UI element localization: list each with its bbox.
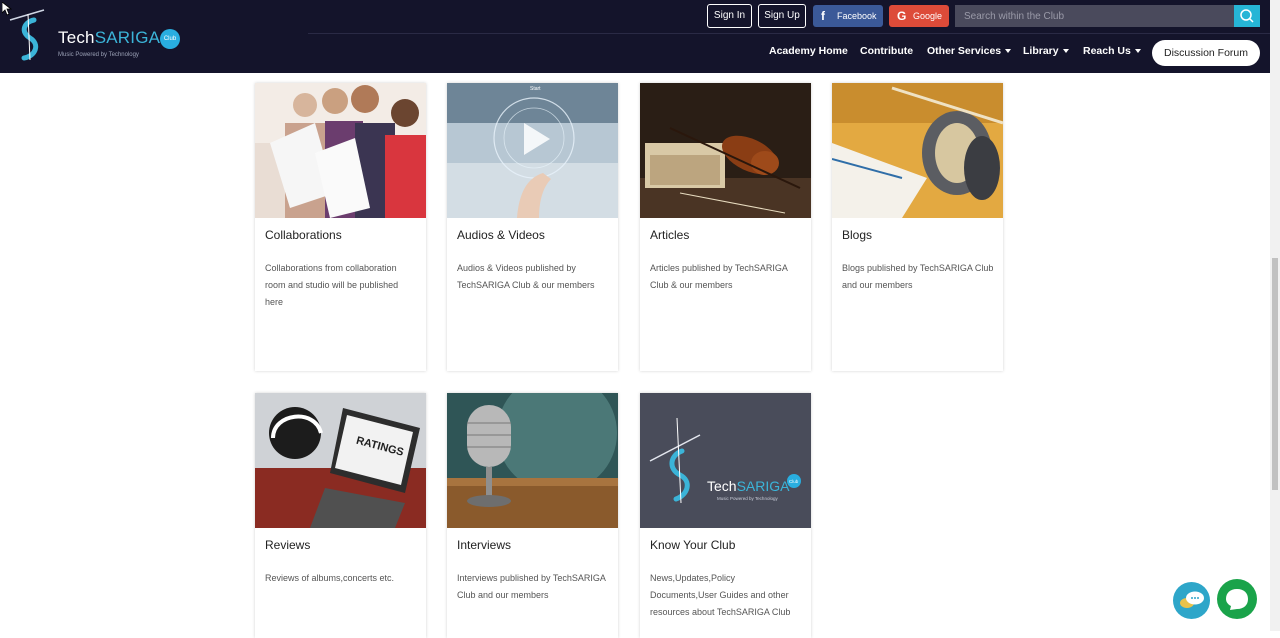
chat-bubbles-icon <box>1180 591 1204 608</box>
google-login-button[interactable]: G Google <box>889 5 949 27</box>
card-description: Reviews of albums,concerts etc. <box>265 573 395 583</box>
card-title: Blogs <box>842 228 873 242</box>
svg-text:TechSARIGA: TechSARIGA <box>707 478 790 494</box>
card-description: Articles published by TechSARIGA Club & … <box>650 263 788 290</box>
logo-club-badge: Club <box>160 29 180 49</box>
search-input[interactable] <box>955 5 1234 27</box>
card-know-your-club[interactable]: TechSARIGA Club Music Powered by Technol… <box>640 393 811 638</box>
card-description: Blogs published by TechSARIGA Club and o… <box>842 263 994 290</box>
nav-reach-us-label: Reach Us <box>1083 45 1131 57</box>
card-collaborations[interactable]: Collaborations Collaborations from colla… <box>255 83 426 371</box>
card-description: Audios & Videos published by TechSARIGA … <box>457 263 595 290</box>
chat-icon <box>1226 589 1248 610</box>
google-icon: G <box>897 9 907 23</box>
club-logo-tagline: Music Powered by Technology <box>717 496 778 501</box>
nav-other-services-label: Other Services <box>927 45 1002 57</box>
header-divider <box>308 33 1270 34</box>
know-your-club-image: TechSARIGA Club Music Powered by Technol… <box>640 393 811 528</box>
card-title: Audios & Videos <box>457 228 545 242</box>
scrollbar-thumb[interactable] <box>1272 258 1278 490</box>
club-logo-sariga: SARIGA <box>737 478 791 494</box>
caret-down-icon <box>1134 49 1141 54</box>
start-label: Start <box>530 86 541 92</box>
audios-videos-image: Start <box>447 83 618 218</box>
club-logo-club: Club <box>789 479 799 484</box>
chat-widget-button[interactable] <box>1173 582 1210 619</box>
mouse-cursor-icon <box>2 2 12 16</box>
nav-academy-home[interactable]: Academy Home <box>769 45 848 57</box>
live-chat-button[interactable] <box>1217 579 1257 619</box>
search-icon <box>1240 9 1254 23</box>
logo-tagline: Music Powered by Technology <box>58 52 139 58</box>
card-reviews[interactable]: RATINGS Reviews Reviews of albums,concer… <box>255 393 426 638</box>
card-title: Interviews <box>457 538 512 552</box>
violin-logo-icon <box>9 9 45 61</box>
collaborations-image <box>255 83 426 218</box>
club-logo-tech: Tech <box>707 478 737 494</box>
top-header: TechSARIGA Club Music Powered by Technol… <box>0 0 1270 73</box>
facebook-login-button[interactable]: f Facebook <box>813 5 883 27</box>
card-title: Collaborations <box>265 228 342 242</box>
facebook-label: Facebook <box>837 11 877 21</box>
logo-text-tech: Tech <box>58 28 95 47</box>
nav-reach-us[interactable]: Reach Us <box>1083 45 1141 57</box>
site-logo[interactable]: TechSARIGA Club Music Powered by Technol… <box>6 6 180 64</box>
caret-down-icon <box>1062 49 1069 54</box>
reviews-image: RATINGS <box>255 393 426 528</box>
card-description: Interviews published by TechSARIGA Club … <box>457 573 606 600</box>
card-articles[interactable]: Articles Articles published by TechSARIG… <box>640 83 811 371</box>
articles-image <box>640 83 811 218</box>
nav-other-services[interactable]: Other Services <box>927 45 1012 57</box>
blogs-image <box>832 83 1003 218</box>
card-audios-videos[interactable]: Start Audios & Videos Audios & Videos pu… <box>447 83 618 371</box>
interviews-image <box>447 393 618 528</box>
search-button[interactable] <box>1234 5 1260 27</box>
card-description: News,Updates,Policy Documents,User Guide… <box>650 573 791 617</box>
logo-text-sariga: SARIGA <box>94 28 161 47</box>
card-description: Collaborations from collaboration room a… <box>265 263 399 307</box>
discussion-forum-button[interactable]: Discussion Forum <box>1152 40 1260 66</box>
card-title: Articles <box>650 228 690 242</box>
nav-library-label: Library <box>1023 45 1059 57</box>
sign-in-button[interactable]: Sign In <box>707 4 752 28</box>
card-title: Reviews <box>265 538 311 552</box>
google-label: Google <box>913 11 943 21</box>
caret-down-icon <box>1005 49 1012 54</box>
nav-contribute[interactable]: Contribute <box>860 45 913 57</box>
card-title: Know Your Club <box>650 538 736 552</box>
nav-library[interactable]: Library <box>1023 45 1069 57</box>
card-interviews[interactable]: Interviews Interviews published by TechS… <box>447 393 618 638</box>
facebook-icon: f <box>821 9 825 23</box>
sign-up-button[interactable]: Sign Up <box>758 4 806 28</box>
card-blogs[interactable]: Blogs Blogs published by TechSARIGA Club… <box>832 83 1003 371</box>
